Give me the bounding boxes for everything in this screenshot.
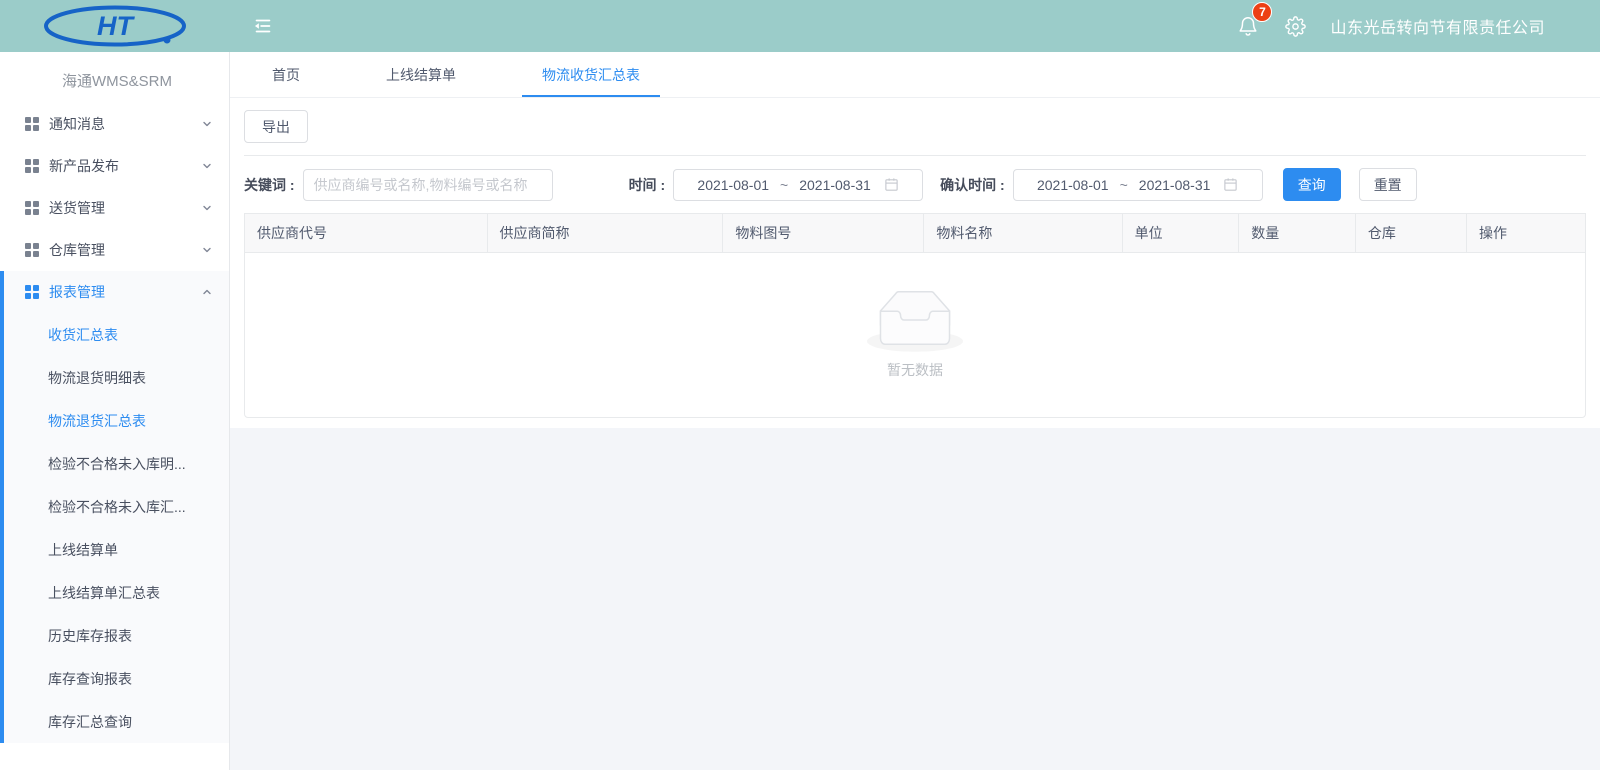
confirm-time-range-picker[interactable]: 2021-08-01 ~ 2021-08-31 — [1013, 169, 1263, 201]
column-header-material-name: 物料名称 — [924, 214, 1122, 252]
sidebar-item-label: 新产品发布 — [49, 156, 119, 176]
export-button[interactable]: 导出 — [244, 110, 308, 143]
tab-logistics-receiving-summary[interactable]: 物流收货汇总表 — [522, 52, 660, 97]
time-label: 时间 : — [629, 175, 666, 195]
empty-state: 暂无数据 — [245, 253, 1585, 417]
time-end-value: 2021-08-31 — [799, 177, 871, 193]
sidebar: 海通WMS&SRM 通知消息 新产品发布 送货管理 仓库管理 — [0, 52, 230, 770]
time-start-value: 2021-08-01 — [697, 177, 769, 193]
sidebar-subitem-inspection-fail-detail[interactable]: 检验不合格未入库明... — [0, 442, 229, 485]
column-header-quantity: 数量 — [1239, 214, 1356, 252]
grid-icon — [25, 285, 39, 299]
sidebar-subitem-logistics-return-summary[interactable]: 物流退货汇总表 — [0, 399, 229, 442]
calendar-icon — [884, 177, 899, 192]
grid-icon — [25, 159, 39, 173]
chevron-down-icon — [201, 118, 213, 130]
sidebar-subitem-inventory-query-report[interactable]: 库存查询报表 — [0, 657, 229, 700]
logo-text: HT — [97, 11, 135, 41]
reset-button[interactable]: 重置 — [1359, 168, 1417, 201]
confirm-end-value: 2021-08-31 — [1139, 177, 1211, 193]
column-header-supplier-name: 供应商简称 — [488, 214, 724, 252]
company-name: 山东光岳转向节有限责任公司 — [1330, 14, 1545, 38]
sidebar-item-label: 送货管理 — [49, 198, 105, 218]
grid-icon — [25, 243, 39, 257]
grid-icon — [25, 201, 39, 215]
chevron-up-icon — [201, 286, 213, 298]
sidebar-subitem-logistics-return-detail[interactable]: 物流退货明细表 — [0, 356, 229, 399]
page-background — [230, 428, 1600, 770]
top-header: HT 7 — [0, 0, 1600, 52]
chevron-down-icon — [201, 202, 213, 214]
sidebar-subitem-history-inventory-report[interactable]: 历史库存报表 — [0, 614, 229, 657]
settings-button[interactable] — [1285, 16, 1306, 37]
sidebar-subitem-online-settlement[interactable]: 上线结算单 — [0, 528, 229, 571]
sidebar-subitem-inspection-fail-summary[interactable]: 检验不合格未入库汇... — [0, 485, 229, 528]
results-table: 供应商代号 供应商简称 物料图号 物料名称 单位 数量 仓库 操作 — [244, 213, 1586, 418]
chevron-down-icon — [201, 160, 213, 172]
tab-online-settlement[interactable]: 上线结算单 — [366, 52, 476, 97]
sidebar-item-label: 报表管理 — [49, 282, 105, 302]
sidebar-app-title: 海通WMS&SRM — [0, 52, 229, 103]
column-header-warehouse: 仓库 — [1356, 214, 1467, 252]
range-separator: ~ — [1120, 177, 1128, 193]
time-range-picker[interactable]: 2021-08-01 ~ 2021-08-31 — [673, 169, 923, 201]
confirm-start-value: 2021-08-01 — [1037, 177, 1109, 193]
filter-row: 关键词 : 时间 : 2021-08-01 ~ 2021-08-31 确认时间 … — [244, 168, 1586, 201]
sidebar-subitem-inventory-summary-query[interactable]: 库存汇总查询 — [0, 700, 229, 743]
table-header-row: 供应商代号 供应商简称 物料图号 物料名称 单位 数量 仓库 操作 — [245, 214, 1585, 253]
chevron-down-icon — [201, 244, 213, 256]
main-content: 首页 上线结算单 物流收货汇总表 导出 关键词 : 时间 : 2021-08-0… — [230, 52, 1600, 770]
header-actions: 7 山东光岳转向节有限责任公司 — [1237, 14, 1600, 38]
column-header-unit: 单位 — [1123, 214, 1240, 252]
search-button[interactable]: 查询 — [1283, 168, 1341, 201]
empty-box-icon — [867, 290, 963, 352]
sidebar-group-reports: 报表管理 收货汇总表 物流退货明细表 物流退货汇总表 检验不合格未入库明... … — [0, 271, 229, 743]
notifications-button[interactable]: 7 — [1237, 15, 1259, 37]
company-logo: HT — [0, 4, 230, 48]
sidebar-item-label: 仓库管理 — [49, 240, 105, 260]
column-header-supplier-code: 供应商代号 — [245, 214, 488, 252]
column-header-actions: 操作 — [1467, 214, 1585, 252]
sidebar-subitem-receiving-summary[interactable]: 收货汇总表 — [0, 313, 229, 356]
notification-badge: 7 — [1252, 2, 1272, 22]
column-header-material-drawing-no: 物料图号 — [723, 214, 924, 252]
sidebar-item-notifications[interactable]: 通知消息 — [0, 103, 229, 145]
sidebar-item-label: 通知消息 — [49, 114, 105, 134]
calendar-icon — [1223, 177, 1238, 192]
range-separator: ~ — [780, 177, 788, 193]
grid-icon — [25, 117, 39, 131]
body-row: 海通WMS&SRM 通知消息 新产品发布 送货管理 仓库管理 — [0, 52, 1600, 770]
app-root: HT 7 — [0, 0, 1600, 770]
sidebar-item-warehouse[interactable]: 仓库管理 — [0, 229, 229, 271]
tab-bar: 首页 上线结算单 物流收货汇总表 — [230, 52, 1600, 98]
toolbar: 导出 — [244, 110, 1586, 156]
sidebar-subitem-online-settlement-summary[interactable]: 上线结算单汇总表 — [0, 571, 229, 614]
sidebar-item-new-product[interactable]: 新产品发布 — [0, 145, 229, 187]
gear-icon — [1285, 16, 1306, 37]
tab-home[interactable]: 首页 — [252, 52, 320, 97]
keyword-input[interactable] — [303, 169, 553, 201]
sidebar-item-delivery[interactable]: 送货管理 — [0, 187, 229, 229]
keyword-label: 关键词 : — [244, 175, 295, 195]
sidebar-item-reports[interactable]: 报表管理 — [0, 271, 229, 313]
content-panel: 导出 关键词 : 时间 : 2021-08-01 ~ 2021-08-31 确 — [230, 98, 1600, 428]
empty-state-text: 暂无数据 — [887, 360, 943, 380]
menu-fold-icon — [252, 15, 274, 37]
confirm-time-label: 确认时间 : — [940, 175, 1005, 195]
sidebar-collapse-button[interactable] — [252, 15, 274, 37]
logo-icon: HT — [40, 4, 190, 48]
